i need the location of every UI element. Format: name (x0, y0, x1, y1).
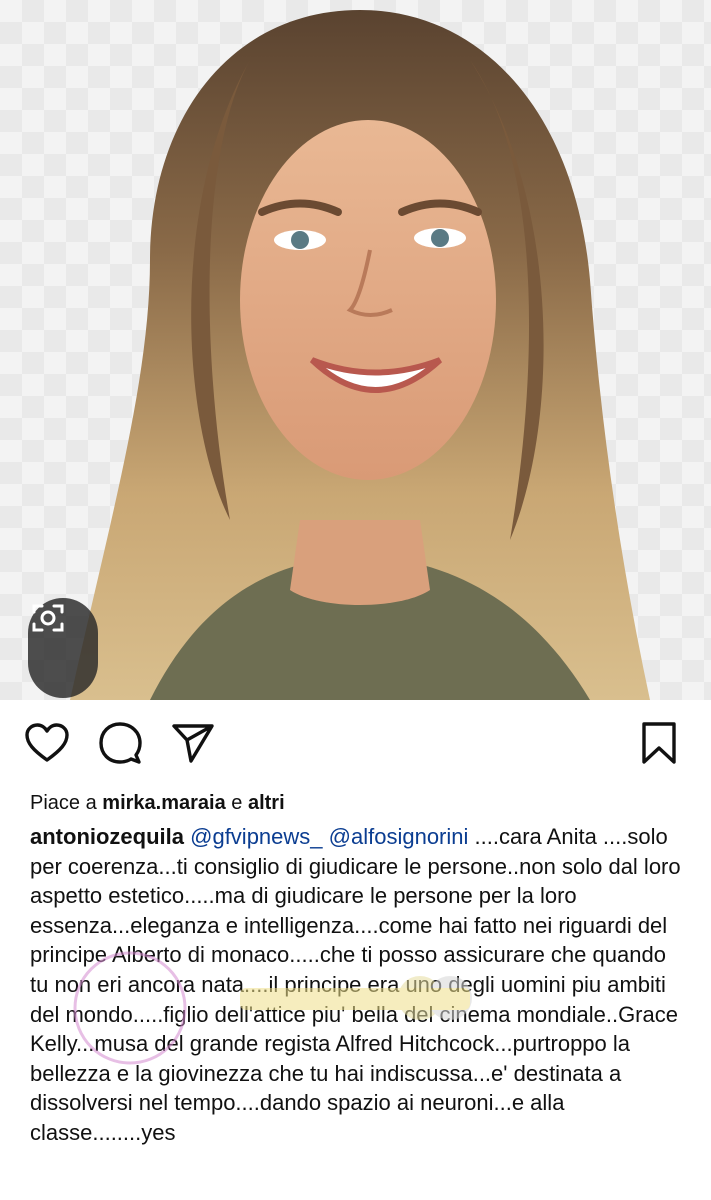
likes-connector: e (231, 792, 243, 814)
likes-prefix: Piace a (30, 792, 97, 814)
send-icon (172, 724, 214, 763)
caption-text: ....cara Anita ....solo per coerenza...t… (30, 824, 681, 1145)
like-button[interactable] (24, 720, 70, 766)
post-action-bar (0, 700, 711, 788)
visual-search-icon (32, 604, 64, 632)
likes-line: Piace a mirka.maraia e altri (30, 790, 285, 816)
caption-username[interactable]: antoniozequila (30, 824, 184, 849)
post-caption: antoniozequila @gfvipnews_ @alfosignorin… (30, 822, 690, 1148)
comment-button[interactable] (97, 720, 143, 766)
save-button[interactable] (636, 720, 682, 766)
bookmark-icon (642, 722, 676, 764)
likes-others-link[interactable]: altri (248, 792, 285, 814)
caption-mention-alfosignorini[interactable]: @alfosignorini (329, 824, 469, 849)
post-image[interactable] (0, 0, 711, 700)
share-button[interactable] (170, 720, 216, 766)
portrait-illustration (70, 10, 650, 700)
caption-mention-gfvipnews[interactable]: @gfvipnews_ (190, 824, 322, 849)
visual-search-button[interactable] (28, 598, 98, 698)
likes-user-link[interactable]: mirka.maraia (102, 792, 225, 814)
heart-icon (25, 723, 69, 762)
comment-icon (99, 722, 142, 764)
